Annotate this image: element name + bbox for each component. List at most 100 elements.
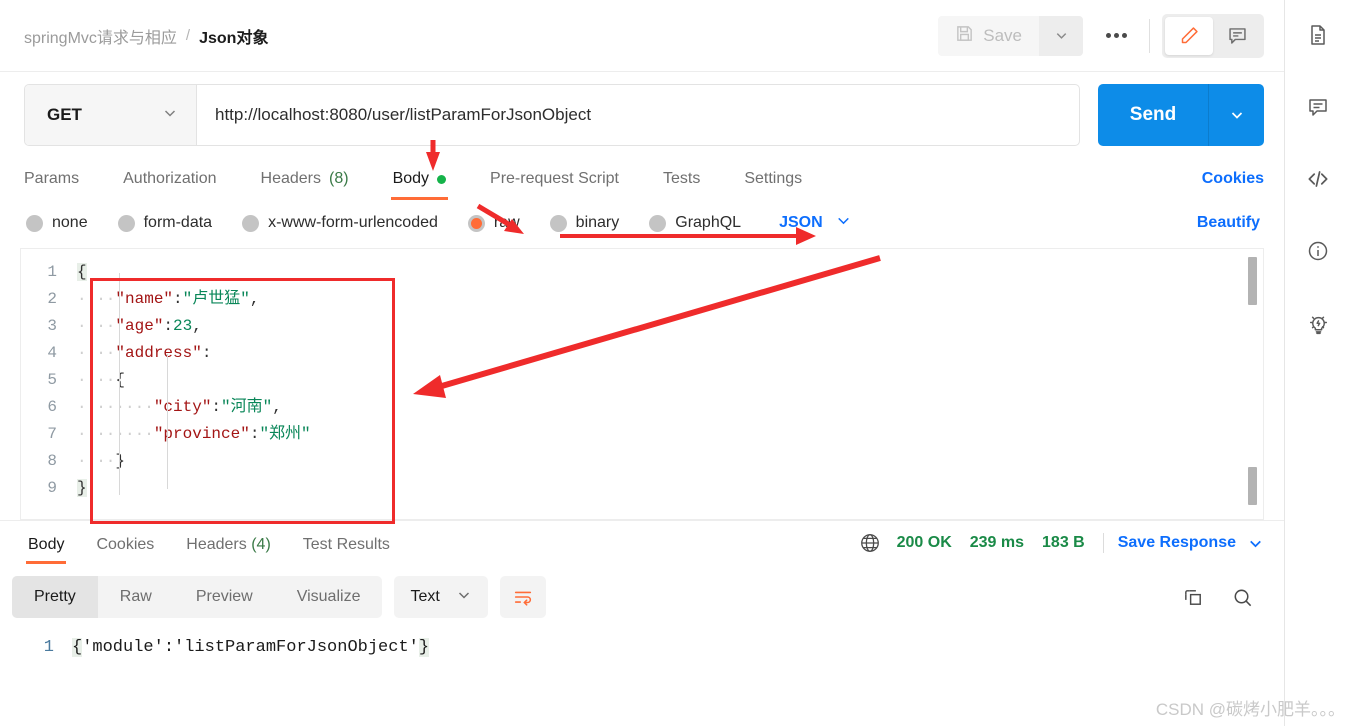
editor-line-number: 7 (47, 425, 57, 443)
ellipsis-icon-dot (1121, 33, 1127, 38)
radio-label: GraphQL (675, 214, 742, 231)
editor-code-line: ····{ (77, 367, 1233, 394)
code-token: : (163, 317, 174, 335)
response-view-actions (1182, 586, 1264, 609)
code-token: ···· (77, 290, 116, 308)
editor-code[interactable]: {····"name":"卢世猛", ····"age":23, ····"addr… (77, 249, 1233, 519)
tab-label: Body (392, 170, 430, 187)
pill-raw[interactable]: Raw (98, 576, 174, 618)
code-token: : (211, 398, 222, 416)
save-response-caret-icon[interactable] (1247, 535, 1264, 552)
body-type-form-data[interactable]: form-data (117, 214, 212, 232)
response-tab-test-results[interactable]: Test Results (303, 536, 390, 564)
word-wrap-button[interactable] (499, 576, 546, 618)
send-button[interactable]: Send (1098, 84, 1208, 146)
editor-scrollbar-thumb-top[interactable] (1248, 257, 1257, 305)
code-token: "河南" (221, 398, 273, 416)
pill-visualize[interactable]: Visualize (275, 576, 383, 618)
response-meta: 200 OK 239 ms 183 B Save Response (859, 532, 1264, 564)
ellipsis-icon-dot (1113, 33, 1119, 38)
body-type-x-www-form-urlencoded[interactable]: x-www-form-urlencoded (242, 214, 438, 232)
code-token: : (173, 290, 183, 308)
save-button[interactable]: Save (938, 15, 1039, 56)
editor-scrollbar-thumb-bottom[interactable] (1248, 467, 1257, 505)
raw-format-label: JSON (779, 214, 823, 231)
tab-settings[interactable]: Settings (744, 170, 802, 200)
radio-icon (649, 214, 667, 232)
comment-icon[interactable] (1301, 90, 1335, 124)
copy-icon[interactable] (1182, 586, 1205, 609)
editor-line-number: 4 (47, 344, 57, 362)
code-icon[interactable] (1301, 162, 1335, 196)
code-token: "郑州" (259, 425, 311, 443)
url-bar: GET Send (0, 72, 1284, 156)
more-actions-button[interactable] (1089, 16, 1143, 56)
comment-mode-button[interactable] (1213, 17, 1261, 55)
code-token: , (192, 317, 202, 335)
tab-label: Headers (186, 536, 247, 553)
editor-code-line: ····"age":23, (77, 313, 1233, 340)
beautify-button[interactable]: Beautify (1197, 214, 1260, 232)
response-format-selector[interactable]: Text (394, 576, 488, 618)
method-selector[interactable]: GET (25, 85, 197, 145)
send-options-caret[interactable] (1208, 84, 1264, 146)
radio-label: raw (493, 214, 520, 231)
save-response-button[interactable]: Save Response (1118, 534, 1236, 552)
tab-headers[interactable]: Headers (8) (261, 170, 349, 200)
tab-label: Cookies (96, 536, 155, 553)
response-status: 200 OK (896, 534, 952, 551)
radio-icon (242, 214, 260, 232)
editor-code-line: ····"name":"卢世猛", (77, 286, 1233, 313)
close-brace: } (418, 638, 430, 657)
body-type-none[interactable]: none (26, 214, 88, 232)
body-type-graphql[interactable]: GraphQL (649, 214, 741, 232)
document-icon[interactable] (1301, 18, 1335, 52)
response-tab-cookies[interactable]: Cookies (96, 536, 154, 564)
tab-params[interactable]: Params (24, 170, 79, 200)
editor-code-line: { (77, 259, 1233, 286)
edit-mode-button[interactable] (1165, 16, 1213, 55)
radio-label: none (52, 214, 88, 231)
tab-count: (4) (251, 536, 271, 553)
save-options-caret[interactable] (1039, 15, 1083, 56)
header-divider (1149, 18, 1150, 53)
info-icon[interactable] (1301, 234, 1335, 268)
code-token: : (249, 425, 260, 443)
cookies-link[interactable]: Cookies (1202, 170, 1264, 200)
response-tab-body[interactable]: Body (25, 536, 67, 564)
raw-format-selector[interactable]: JSON (779, 212, 852, 234)
request-body-editor[interactable]: 123456789 {····"name":"卢世猛", ····"age":23… (20, 248, 1264, 520)
response-tab-headers[interactable]: Headers (4) (186, 536, 271, 564)
body-type-raw[interactable]: raw (467, 214, 520, 232)
code-token: , (272, 398, 282, 416)
radio-icon-selected (467, 214, 485, 232)
tab-label: Body (28, 536, 65, 553)
body-type-binary[interactable]: binary (549, 214, 619, 232)
breadcrumb-parent[interactable]: springMvc请求与相应 (24, 24, 177, 48)
tab-pre-request-script[interactable]: Pre-request Script (490, 170, 619, 200)
breadcrumb: springMvc请求与相应 / Json对象 (24, 24, 268, 48)
tab-body[interactable]: Body (390, 170, 449, 200)
radio-label: x-www-form-urlencoded (268, 214, 438, 231)
tab-label: Tests (662, 170, 701, 187)
editor-line-number: 5 (47, 371, 57, 389)
code-token: 23 (173, 317, 193, 335)
tab-label: Test Results (302, 536, 390, 553)
request-header: springMvc请求与相应 / Json对象 Save (0, 0, 1284, 72)
code-token: { (115, 371, 126, 389)
response-view-pills: Pretty Raw Preview Visualize (12, 576, 383, 618)
search-icon[interactable] (1231, 586, 1254, 609)
indent-guide (119, 273, 120, 495)
pill-preview[interactable]: Preview (174, 576, 275, 618)
lightbulb-icon[interactable] (1301, 306, 1335, 340)
url-input[interactable] (197, 85, 1079, 145)
tab-authorization[interactable]: Authorization (123, 170, 216, 200)
code-token: ···· (77, 317, 116, 335)
pill-pretty[interactable]: Pretty (12, 576, 98, 618)
breadcrumb-current[interactable]: Json对象 (199, 24, 268, 48)
response-line-number: 1 (43, 638, 54, 657)
editor-line-number: 1 (47, 263, 57, 281)
response-body[interactable]: 1 {'module':'listParamForJsonObject'} (0, 628, 1284, 684)
tab-tests[interactable]: Tests (663, 170, 700, 200)
editor-line-number: 6 (47, 398, 57, 416)
